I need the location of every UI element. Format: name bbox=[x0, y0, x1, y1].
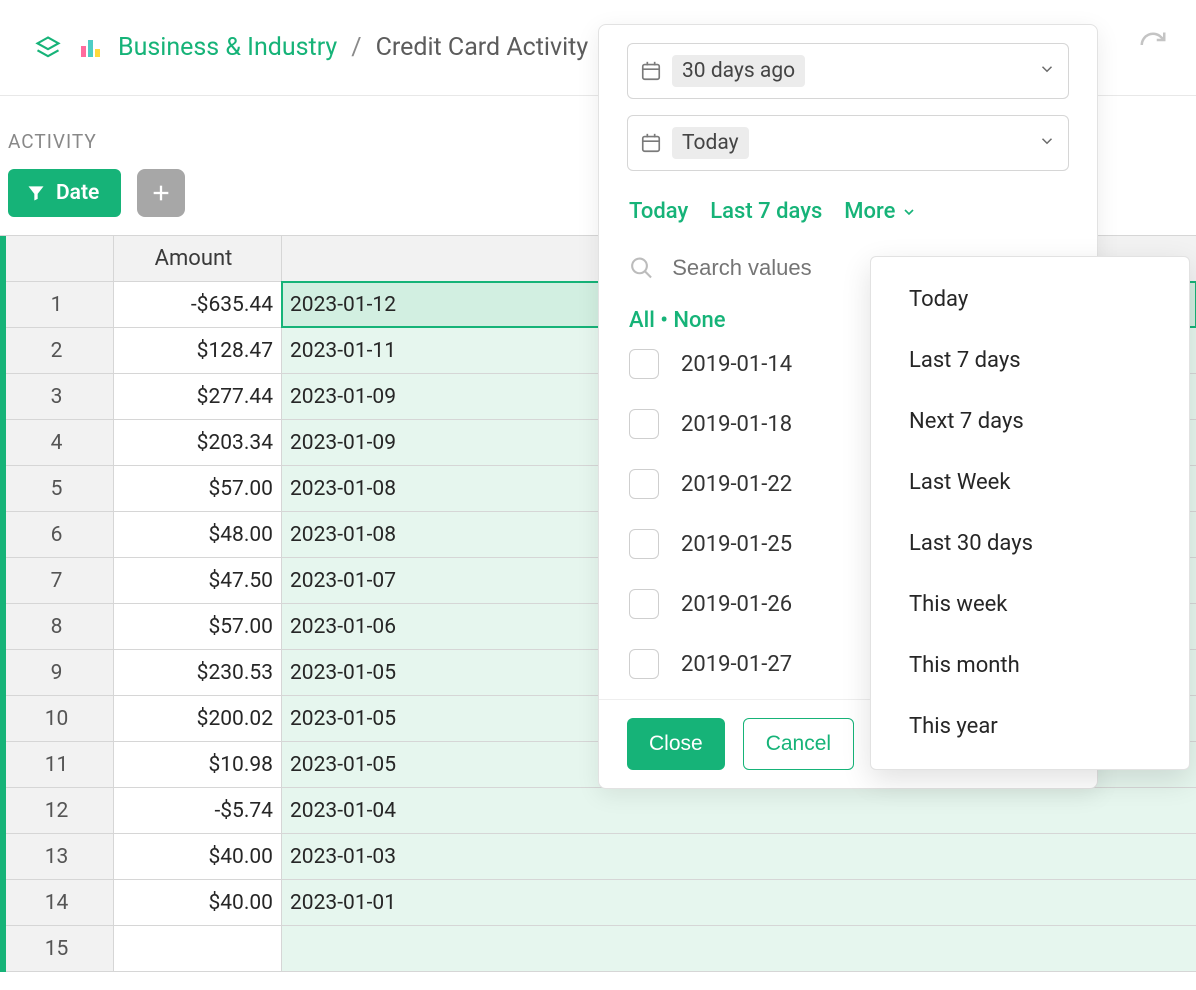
quick-range-more-label: More bbox=[844, 199, 895, 224]
table-row[interactable]: 14$40.002023-01-01 bbox=[0, 880, 1196, 926]
row-header-blank bbox=[0, 236, 114, 281]
funnel-icon bbox=[26, 183, 46, 203]
filter-chip-label: Date bbox=[56, 181, 99, 205]
more-menu-item[interactable]: Last 7 days bbox=[871, 330, 1189, 391]
filter-value-label: 2019-01-14 bbox=[681, 352, 792, 377]
filter-value-label: 2019-01-26 bbox=[681, 592, 792, 617]
breadcrumb-current: Credit Card Activity bbox=[376, 33, 589, 62]
checkbox[interactable] bbox=[629, 589, 659, 619]
cell-amount[interactable]: $200.02 bbox=[114, 696, 282, 741]
date-range-from[interactable]: 30 days ago bbox=[627, 43, 1069, 99]
more-menu-item[interactable]: Today bbox=[871, 269, 1189, 330]
cell-amount[interactable]: $277.44 bbox=[114, 374, 282, 419]
close-button[interactable]: Close bbox=[627, 718, 725, 770]
layers-icon[interactable] bbox=[34, 34, 62, 62]
quick-range-more[interactable]: More bbox=[844, 199, 917, 224]
breadcrumb-parent[interactable]: Business & Industry bbox=[118, 33, 337, 62]
cell-date[interactable]: 2023-01-01 bbox=[282, 880, 1196, 925]
cell-date[interactable]: 2023-01-03 bbox=[282, 834, 1196, 879]
cell-amount[interactable]: $57.00 bbox=[114, 466, 282, 511]
row-number[interactable]: 8 bbox=[0, 604, 114, 649]
chevron-down-icon bbox=[1038, 60, 1056, 83]
row-number[interactable]: 2 bbox=[0, 328, 114, 373]
cell-amount[interactable]: $203.34 bbox=[114, 420, 282, 465]
more-ranges-menu: TodayLast 7 daysNext 7 daysLast WeekLast… bbox=[870, 256, 1190, 770]
row-number[interactable]: 13 bbox=[0, 834, 114, 879]
cell-date[interactable]: 2023-01-04 bbox=[282, 788, 1196, 833]
breadcrumb-separator: / bbox=[351, 33, 361, 62]
row-number[interactable]: 5 bbox=[0, 466, 114, 511]
date-range-from-value: 30 days ago bbox=[672, 55, 805, 87]
row-number[interactable]: 3 bbox=[0, 374, 114, 419]
checkbox[interactable] bbox=[629, 409, 659, 439]
more-menu-item[interactable]: This week bbox=[871, 574, 1189, 635]
row-number[interactable]: 6 bbox=[0, 512, 114, 557]
cell-amount[interactable]: $128.47 bbox=[114, 328, 282, 373]
table-row[interactable]: 12-$5.742023-01-04 bbox=[0, 788, 1196, 834]
cell-amount[interactable]: -$635.44 bbox=[114, 282, 282, 327]
cell-amount[interactable]: $40.00 bbox=[114, 834, 282, 879]
more-menu-item[interactable]: Last Week bbox=[871, 452, 1189, 513]
row-number[interactable]: 15 bbox=[0, 926, 114, 971]
checkbox[interactable] bbox=[629, 349, 659, 379]
table-row[interactable]: 13$40.002023-01-03 bbox=[0, 834, 1196, 880]
calendar-icon bbox=[640, 60, 662, 82]
checkbox[interactable] bbox=[629, 529, 659, 559]
row-number[interactable]: 9 bbox=[0, 650, 114, 695]
cell-amount[interactable]: $48.00 bbox=[114, 512, 282, 557]
bar-chart-icon bbox=[76, 34, 104, 62]
cell-amount[interactable]: $230.53 bbox=[114, 650, 282, 695]
row-number[interactable]: 4 bbox=[0, 420, 114, 465]
more-menu-item[interactable]: Next 7 days bbox=[871, 391, 1189, 452]
column-header-amount[interactable]: Amount bbox=[114, 236, 282, 281]
cell-date[interactable] bbox=[282, 926, 1196, 971]
date-range-to[interactable]: Today bbox=[627, 115, 1069, 171]
row-number[interactable]: 10 bbox=[0, 696, 114, 741]
breadcrumb: Business & Industry / Credit Card Activi… bbox=[118, 33, 588, 62]
cell-amount[interactable]: -$5.74 bbox=[114, 788, 282, 833]
chevron-down-icon bbox=[901, 204, 917, 220]
filter-value-label: 2019-01-25 bbox=[681, 532, 792, 557]
active-column-indicator bbox=[0, 236, 6, 972]
filter-value-label: 2019-01-22 bbox=[681, 472, 792, 497]
refresh-icon[interactable] bbox=[1138, 30, 1168, 65]
row-number[interactable]: 7 bbox=[0, 558, 114, 603]
search-icon bbox=[629, 254, 654, 282]
checkbox[interactable] bbox=[629, 469, 659, 499]
filter-value-label: 2019-01-18 bbox=[681, 412, 792, 437]
more-menu-item[interactable]: Last 30 days bbox=[871, 513, 1189, 574]
cell-amount[interactable]: $40.00 bbox=[114, 880, 282, 925]
row-number[interactable]: 14 bbox=[0, 880, 114, 925]
plus-icon bbox=[150, 182, 172, 204]
date-range-to-value: Today bbox=[672, 127, 749, 159]
more-menu-item[interactable]: This month bbox=[871, 635, 1189, 696]
calendar-icon bbox=[640, 132, 662, 154]
cell-amount[interactable]: $47.50 bbox=[114, 558, 282, 603]
filter-value-label: 2019-01-27 bbox=[681, 652, 792, 677]
cell-amount[interactable]: $10.98 bbox=[114, 742, 282, 787]
chevron-down-icon bbox=[1038, 132, 1056, 155]
add-filter-button[interactable] bbox=[137, 169, 185, 217]
table-row[interactable]: 15 bbox=[0, 926, 1196, 972]
row-number[interactable]: 1 bbox=[0, 282, 114, 327]
row-number[interactable]: 11 bbox=[0, 742, 114, 787]
filter-chip-date[interactable]: Date bbox=[8, 169, 121, 217]
more-menu-item[interactable]: This year bbox=[871, 696, 1189, 757]
quick-range-row: Today Last 7 days More bbox=[599, 171, 1097, 232]
row-number[interactable]: 12 bbox=[0, 788, 114, 833]
cell-amount[interactable]: $57.00 bbox=[114, 604, 282, 649]
checkbox[interactable] bbox=[629, 649, 659, 679]
quick-range-last7[interactable]: Last 7 days bbox=[710, 199, 822, 224]
cancel-button[interactable]: Cancel bbox=[743, 718, 854, 770]
cell-amount[interactable] bbox=[114, 926, 282, 971]
quick-range-today[interactable]: Today bbox=[629, 199, 688, 224]
